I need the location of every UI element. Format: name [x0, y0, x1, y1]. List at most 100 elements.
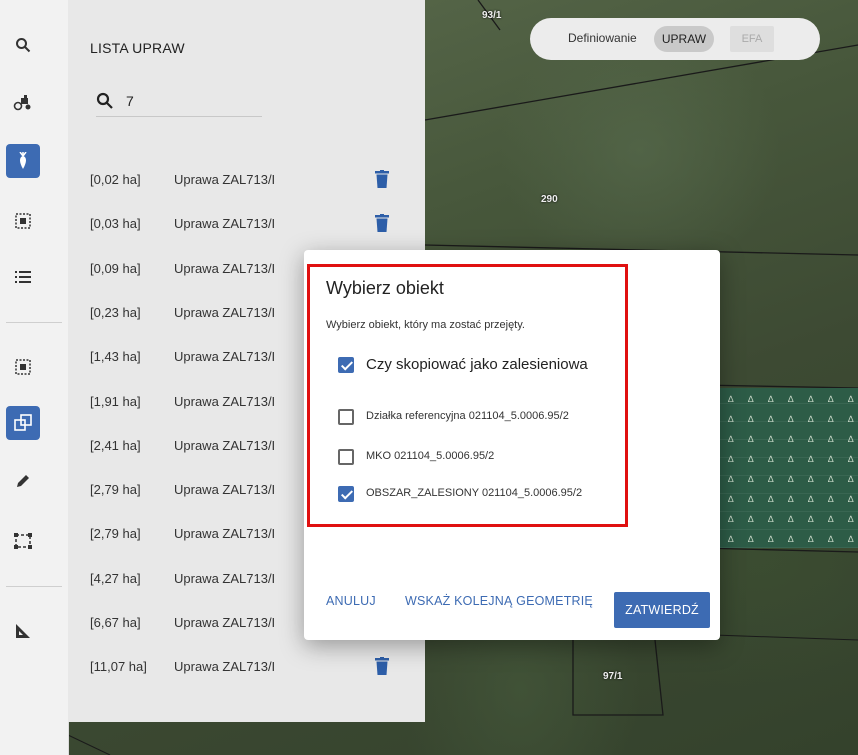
- dialog-subtitle: Wybierz obiekt, który ma zostać przejęty…: [326, 319, 525, 331]
- tree-symbol: ∆: [728, 394, 734, 404]
- crop-area: [11,07 ha]: [90, 659, 147, 675]
- tree-symbol: ∆: [728, 454, 734, 464]
- crop-name: Uprawa ZAL713/I: [174, 526, 276, 542]
- confirm-button[interactable]: ZATWIERDŹ: [614, 592, 710, 628]
- left-toolbar: [0, 0, 69, 755]
- crop-name: Uprawa ZAL713/I: [174, 659, 276, 675]
- pencil-icon: [17, 475, 29, 487]
- forest-area[interactable]: ∆ ∆ ∆ ∆ ∆ ∆ ∆ ∆ ∆ ∆ ∆ ∆ ∆ ∆ ∆ ∆ ∆ ∆ ∆ ∆ ∆ ∆ ∆ ∆ ∆ ∆ ∆ ∆ ∆ ∆ ∆ ∆ ∆ ∆ ∆ ∆ ∆ ∆ ∆ ∆…: [700, 388, 858, 548]
- option-checkbox[interactable]: [338, 409, 354, 425]
- crop-area: [2,79 ha]: [90, 526, 141, 542]
- tree-symbol: ∆: [828, 474, 834, 484]
- trash-icon[interactable]: [375, 657, 389, 676]
- toggle-efa[interactable]: EFA: [730, 26, 774, 52]
- option-label: Działka referencyjna 021104_5.0006.95/2: [366, 410, 569, 422]
- crop-area: [0,02 ha]: [90, 172, 141, 187]
- select-area-2-button[interactable]: [6, 350, 40, 384]
- select-area-icon: [15, 213, 31, 229]
- tree-symbol: ∆: [748, 414, 754, 424]
- dialog-title: Wybierz obiekt: [326, 278, 444, 298]
- crop-search[interactable]: 7: [96, 90, 262, 117]
- crop-area: [1,91 ha]: [90, 393, 141, 409]
- tree-symbol: ∆: [848, 514, 854, 524]
- tree-symbol: ∆: [788, 434, 794, 444]
- rectangle-select-icon: [14, 533, 32, 549]
- copy-geometry-button[interactable]: [6, 406, 40, 440]
- tree-symbol: ∆: [828, 434, 834, 444]
- trash-icon[interactable]: [375, 170, 389, 188]
- tree-symbol: ∆: [808, 494, 814, 504]
- tree-symbol: ∆: [748, 394, 754, 404]
- tree-symbol: ∆: [808, 394, 814, 404]
- tree-symbol: ∆: [748, 514, 754, 524]
- search-input[interactable]: 7: [126, 93, 134, 109]
- edit-button[interactable]: [6, 464, 40, 498]
- tree-symbol: ∆: [748, 474, 754, 484]
- tree-symbol: ∆: [768, 494, 774, 504]
- toggle-label: Definiowanie: [568, 31, 637, 45]
- tree-symbol: ∆: [728, 514, 734, 524]
- tree-symbol: ∆: [728, 414, 734, 424]
- cancel-button[interactable]: ANULUJ: [326, 594, 376, 608]
- tree-symbol: ∆: [848, 494, 854, 504]
- trash-icon[interactable]: [375, 214, 389, 233]
- copy-as-forest-checkbox[interactable]: [338, 357, 354, 373]
- copy-geometry-icon: [14, 414, 32, 431]
- tree-symbol: ∆: [828, 414, 834, 424]
- tree-symbol: ∆: [788, 534, 794, 544]
- parcel-label: 97/1: [603, 671, 623, 682]
- crop-area: [4,27 ha]: [90, 570, 141, 586]
- list-icon: [15, 271, 31, 283]
- search-icon: [96, 92, 113, 109]
- tree-symbol: ∆: [808, 434, 814, 444]
- tree-symbol: ∆: [768, 414, 774, 424]
- tree-symbol: ∆: [808, 474, 814, 484]
- option-checkbox[interactable]: [338, 449, 354, 465]
- option-checkbox[interactable]: [338, 486, 354, 502]
- tree-symbol: ∆: [768, 474, 774, 484]
- list-tool-button[interactable]: [6, 260, 40, 294]
- crop-name: Uprawa ZAL713/I: [174, 570, 276, 586]
- tree-symbol: ∆: [748, 434, 754, 444]
- parcel-label: 93/1: [482, 10, 502, 21]
- crop-area: [0,09 ha]: [90, 260, 141, 276]
- copy-as-forest-label: Czy skopiować jako zalesieniowa: [366, 356, 588, 373]
- measure-button[interactable]: [6, 614, 40, 648]
- tree-symbol: ∆: [828, 514, 834, 524]
- crop-name: Uprawa ZAL713/I: [174, 393, 276, 409]
- crop-name: Uprawa ZAL713/I: [174, 349, 276, 365]
- tree-symbol: ∆: [788, 414, 794, 424]
- toggle-upraw[interactable]: UPRAW: [654, 26, 714, 52]
- tree-symbol: ∆: [748, 494, 754, 504]
- tree-symbol: ∆: [808, 414, 814, 424]
- next-geometry-button[interactable]: WSKAŻ KOLEJNĄ GEOMETRIĘ: [405, 594, 593, 608]
- tree-symbol: ∆: [848, 434, 854, 444]
- tree-symbol: ∆: [848, 474, 854, 484]
- crop-tool-button[interactable]: [6, 144, 40, 178]
- tree-symbol: ∆: [768, 454, 774, 464]
- tree-symbol: ∆: [808, 454, 814, 464]
- tree-symbol: ∆: [728, 474, 734, 484]
- tree-symbol: ∆: [788, 494, 794, 504]
- select-object-dialog: Wybierz obiekt Wybierz obiekt, który ma …: [304, 250, 720, 640]
- crop-name: Uprawa ZAL713/I: [174, 615, 276, 630]
- parcel-label: 290: [541, 194, 558, 205]
- crop-area: [1,43 ha]: [90, 349, 141, 365]
- search-tool-button[interactable]: [6, 28, 40, 62]
- tree-symbol: ∆: [848, 534, 854, 544]
- tree-symbol: ∆: [788, 454, 794, 464]
- select-area-button[interactable]: [6, 204, 40, 238]
- panel-title: LISTA UPRAW: [90, 40, 185, 56]
- tractor-tool-button[interactable]: [6, 86, 40, 120]
- crop-area: [0,03 ha]: [90, 216, 141, 232]
- crop-area: [0,23 ha]: [90, 304, 141, 320]
- tree-symbol: ∆: [848, 414, 854, 424]
- tree-symbol: ∆: [748, 454, 754, 464]
- definition-toggle: Definiowanie UPRAW EFA: [530, 18, 820, 60]
- crop-name: Uprawa ZAL713/I: [174, 260, 276, 276]
- tree-symbol: ∆: [788, 514, 794, 524]
- tree-symbol: ∆: [748, 534, 754, 544]
- tree-symbol: ∆: [768, 534, 774, 544]
- ruler-icon: [16, 624, 30, 638]
- rectangle-select-button[interactable]: [6, 524, 40, 558]
